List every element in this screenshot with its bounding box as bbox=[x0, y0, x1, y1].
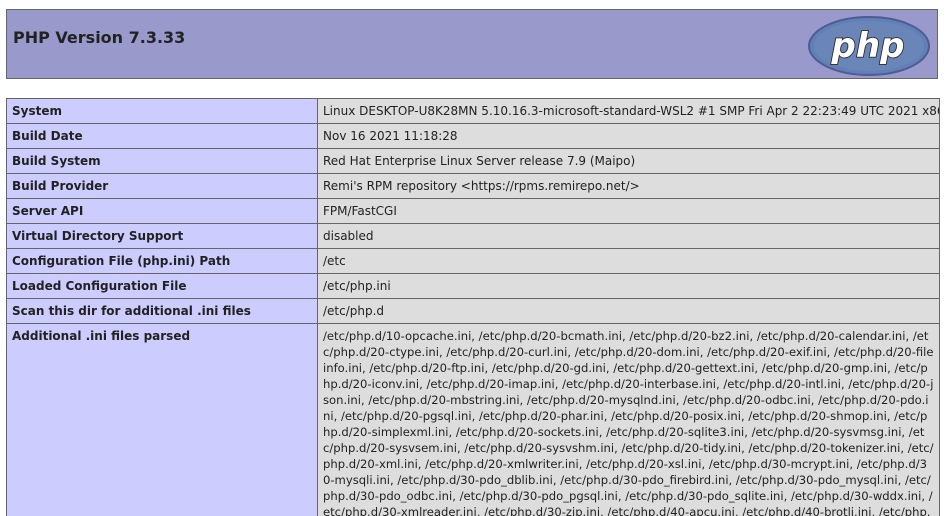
row-label: Configuration File (php.ini) Path bbox=[6, 248, 318, 274]
row-label: Build Date bbox=[6, 123, 318, 149]
php-version-header: PHP Version 7.3.33 php bbox=[6, 9, 938, 79]
table-row: Scan this dir for additional .ini files … bbox=[6, 298, 940, 324]
row-label: Server API bbox=[6, 198, 318, 224]
row-value: /etc bbox=[317, 248, 940, 274]
row-label: Loaded Configuration File bbox=[6, 273, 318, 299]
page-title: PHP Version 7.3.33 bbox=[13, 28, 186, 47]
row-value: Linux DESKTOP-U8K28MN 5.10.16.3-microsof… bbox=[317, 98, 940, 124]
row-value: Red Hat Enterprise Linux Server release … bbox=[317, 148, 940, 174]
row-label: Additional .ini files parsed bbox=[6, 323, 318, 516]
row-value: /etc/php.ini bbox=[317, 273, 940, 299]
row-label: Build Provider bbox=[6, 173, 318, 199]
table-row: Virtual Directory Support disabled bbox=[6, 223, 940, 249]
row-value: Remi's RPM repository <https://rpms.remi… bbox=[317, 173, 940, 199]
row-value: /etc/php.d/10-opcache.ini, /etc/php.d/20… bbox=[317, 323, 940, 516]
phpinfo-page: PHP Version 7.3.33 php System Linux DESK… bbox=[0, 0, 950, 516]
php-info-table: System Linux DESKTOP-U8K28MN 5.10.16.3-m… bbox=[6, 98, 940, 516]
php-logo-icon: php bbox=[808, 16, 930, 76]
row-label: Build System bbox=[6, 148, 318, 174]
row-value: FPM/FastCGI bbox=[317, 198, 940, 224]
table-row: System Linux DESKTOP-U8K28MN 5.10.16.3-m… bbox=[6, 98, 940, 124]
php-logo-text: php bbox=[831, 26, 905, 66]
table-row: Server API FPM/FastCGI bbox=[6, 198, 940, 224]
row-label: Virtual Directory Support bbox=[6, 223, 318, 249]
table-row: Additional .ini files parsed /etc/php.d/… bbox=[6, 323, 940, 516]
row-label: System bbox=[6, 98, 318, 124]
table-row: Build Provider Remi's RPM repository <ht… bbox=[6, 173, 940, 199]
row-label: Scan this dir for additional .ini files bbox=[6, 298, 318, 324]
table-row: Build System Red Hat Enterprise Linux Se… bbox=[6, 148, 940, 174]
row-value: disabled bbox=[317, 223, 940, 249]
row-value: /etc/php.d bbox=[317, 298, 940, 324]
row-value: Nov 16 2021 11:18:28 bbox=[317, 123, 940, 149]
table-row: Build Date Nov 16 2021 11:18:28 bbox=[6, 123, 940, 149]
table-row: Loaded Configuration File /etc/php.ini bbox=[6, 273, 940, 299]
table-row: Configuration File (php.ini) Path /etc bbox=[6, 248, 940, 274]
